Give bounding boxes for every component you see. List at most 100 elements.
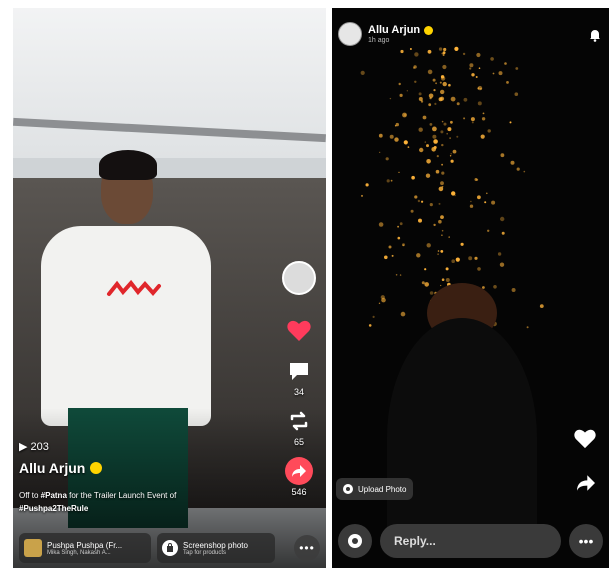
upload-photo-button[interactable]: Upload Photo <box>336 478 414 500</box>
story-left[interactable]: ▶ 203 Allu Arjun Off to #Patna for the T… <box>13 8 326 568</box>
spark-dot <box>445 278 450 282</box>
spark-dot <box>448 236 450 238</box>
caption-hashtag-pushpa2[interactable]: #Pushpa2TheRule <box>19 504 88 513</box>
spark-dot <box>361 194 363 197</box>
like-button[interactable] <box>285 317 313 345</box>
spark-dot <box>441 278 445 282</box>
spark-dot <box>450 96 456 102</box>
spark-dot <box>418 127 423 132</box>
spark-dot <box>432 78 436 82</box>
comment-count: 34 <box>293 387 304 397</box>
caption-middle: for the Trailer Launch Event of <box>69 491 177 500</box>
story-right[interactable]: Allu Arjun 1h ago Upload Photo Reply... … <box>332 8 609 568</box>
comment-button[interactable] <box>285 357 313 385</box>
music-title: Pushpa Pushpa (Fr... <box>47 540 123 550</box>
spark-dot <box>469 67 472 70</box>
spark-dot <box>435 169 440 174</box>
play-icon: ▶ <box>19 441 28 453</box>
spark-dot <box>463 97 468 102</box>
spark-dot <box>434 102 437 105</box>
spark-dot <box>451 259 455 263</box>
camera-button[interactable] <box>338 524 372 558</box>
repost-button[interactable] <box>285 407 313 435</box>
spark-dot <box>539 304 544 308</box>
reply-input[interactable]: Reply... <box>380 524 561 558</box>
spark-dot <box>389 97 392 100</box>
spark-dot <box>388 245 392 249</box>
spark-dot <box>463 117 466 120</box>
spark-dot <box>433 223 436 227</box>
spark-dot <box>421 200 424 203</box>
spark-dot <box>449 137 451 139</box>
spark-dot <box>438 202 441 205</box>
spark-dot <box>427 69 433 75</box>
spark-dot <box>389 134 394 139</box>
spark-dot <box>426 144 429 148</box>
spark-dot <box>432 134 437 139</box>
spark-dot <box>500 153 505 158</box>
music-chip[interactable]: Pushpa Pushpa (Fr... Mika Singh, Nakash … <box>19 533 151 563</box>
screenshop-chip[interactable]: Screenshop photo Tap for products <box>157 533 275 563</box>
spark-dot <box>414 195 418 199</box>
spark-dot <box>424 268 427 271</box>
author-avatar[interactable] <box>338 22 362 46</box>
spark-dot <box>409 48 412 50</box>
spark-dot <box>379 151 381 153</box>
author-name[interactable]: Allu Arjun <box>19 460 103 476</box>
spark-dot <box>515 67 519 70</box>
like-button[interactable] <box>573 428 597 455</box>
spark-dot <box>477 87 480 90</box>
spark-dot <box>407 146 410 149</box>
ellipsis-icon: ••• <box>578 533 594 549</box>
notification-button[interactable] <box>589 28 601 47</box>
spark-dot <box>442 64 447 70</box>
spark-dot <box>456 135 459 138</box>
spark-dot <box>386 179 390 183</box>
share-button[interactable] <box>285 457 313 485</box>
spark-dot <box>399 274 402 276</box>
more-options-button[interactable]: ••• <box>569 524 603 558</box>
spark-dot <box>441 120 444 123</box>
spark-dot <box>425 173 431 178</box>
story-time: 1h ago <box>368 37 390 44</box>
story-author[interactable]: Allu Arjun <box>368 24 434 36</box>
spark-dot <box>433 146 437 149</box>
spark-dot <box>470 200 472 203</box>
comment-icon <box>290 363 308 380</box>
spark-dot <box>445 267 449 271</box>
spark-dot <box>403 140 408 145</box>
action-rail: 34 65 546 <box>282 261 316 507</box>
spark-dot <box>432 126 437 132</box>
spark-dot <box>449 155 452 157</box>
spark-dot <box>481 117 486 121</box>
spark-dot <box>368 324 372 327</box>
spark-dot <box>475 76 478 78</box>
spark-dot <box>450 120 453 124</box>
spark-dot <box>471 121 474 124</box>
spark-dot <box>501 231 505 235</box>
spark-dot <box>500 216 505 222</box>
view-count: ▶ 203 <box>19 440 49 454</box>
spark-dot <box>490 57 494 61</box>
spark-dot <box>442 81 447 87</box>
spark-dot <box>428 103 432 107</box>
author-name-label: Allu Arjun <box>19 460 86 476</box>
story-header: Allu Arjun 1h ago <box>338 22 434 46</box>
creator-avatar[interactable] <box>282 261 316 295</box>
spark-dot <box>397 236 401 240</box>
caption-hashtag-patna[interactable]: #Patna <box>41 491 67 500</box>
share-arrow-icon <box>577 475 595 491</box>
spark-dot <box>424 141 426 143</box>
camera-icon <box>348 534 362 548</box>
spark-dot <box>482 112 485 115</box>
spark-dot <box>381 297 386 303</box>
spark-dot <box>484 201 487 204</box>
share-arrow-icon <box>292 465 306 477</box>
more-options-button[interactable]: ••• <box>294 535 320 561</box>
share-button[interactable] <box>575 474 597 497</box>
spark-dot <box>498 71 503 76</box>
upload-photo-label: Upload Photo <box>358 484 407 494</box>
spark-dot <box>460 242 464 246</box>
spark-dot <box>476 178 479 181</box>
spark-dot <box>526 326 529 329</box>
